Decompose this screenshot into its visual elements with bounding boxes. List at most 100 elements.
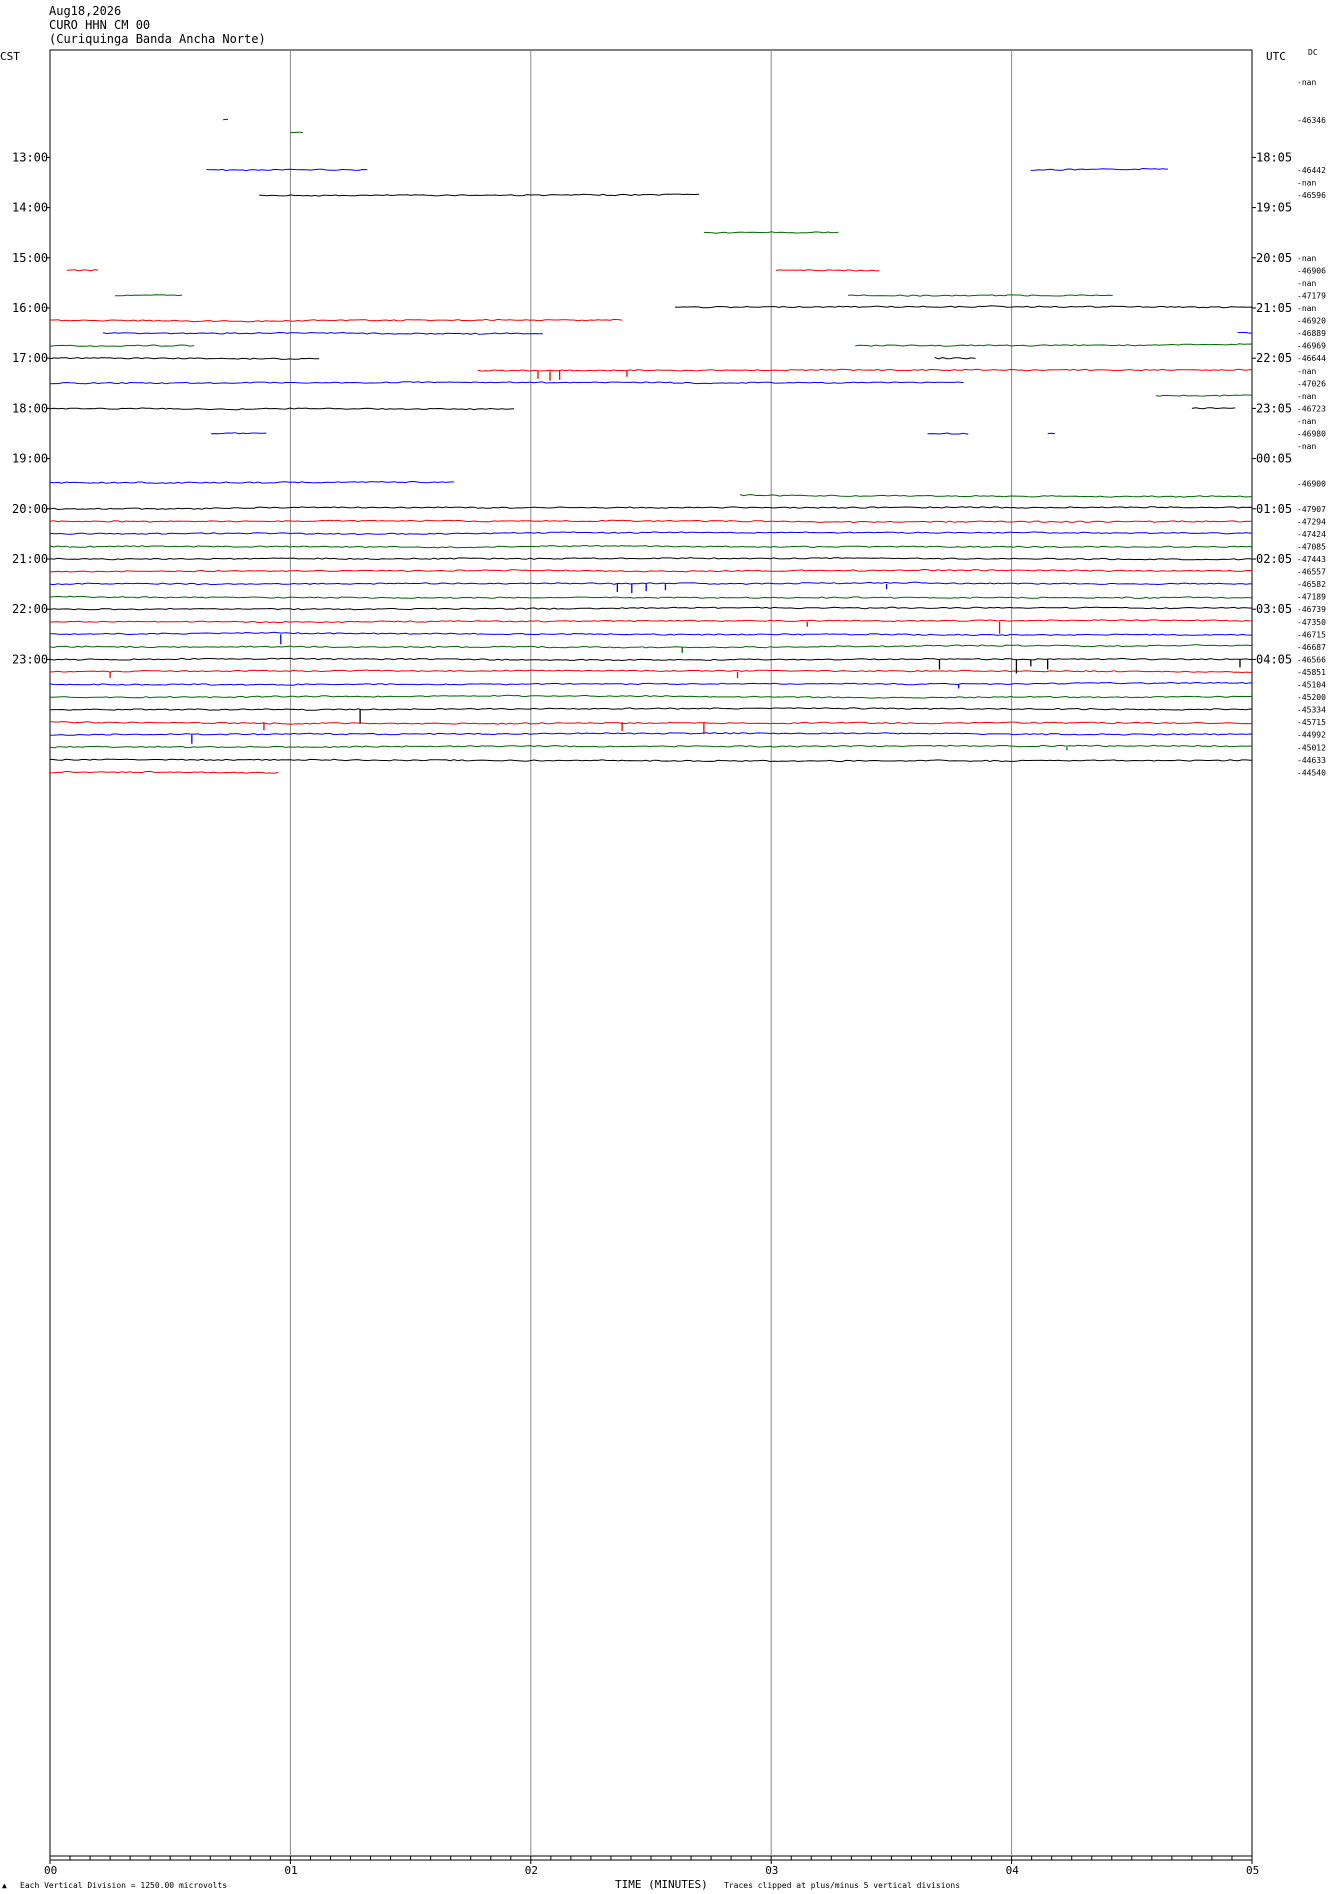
trace-black [49, 506, 1253, 511]
row-dc-value: -46900 [1297, 480, 1326, 489]
x-tick-label: 01 [284, 1864, 297, 1877]
trace-black [49, 657, 1253, 662]
trace-green [49, 595, 1253, 599]
trace-black [49, 707, 1253, 711]
trace-green [49, 544, 1253, 549]
trace-blue [102, 331, 543, 335]
trace-red [50, 318, 623, 323]
hour-label-left: 18:00 [12, 401, 48, 415]
trace-green [114, 294, 183, 297]
trace-red [49, 770, 279, 774]
hour-label-left: 16:00 [12, 301, 48, 315]
trace-blue [50, 631, 1253, 637]
x-tick-label: 04 [1006, 1864, 1020, 1877]
trace-black [49, 758, 1253, 763]
row-dc-value: -46920 [1297, 317, 1326, 326]
row-dc-value: -46980 [1297, 430, 1326, 439]
row-dc-value: -45851 [1297, 668, 1326, 677]
footer-division-note: Each Vertical Division = 1250.00 microvo… [20, 1881, 228, 1890]
row-dc-value: -47443 [1297, 555, 1326, 564]
row-dc-value: -46596 [1297, 191, 1326, 200]
seismogram-chart: 13:00 18:05 14:00 19:05 15:00 20:05 16:00 21:05… [12, 49, 1326, 1877]
hour-label-right: 21:05 [1256, 301, 1292, 315]
row-dc-value: -47350 [1297, 618, 1326, 627]
x-tick-label: 05 [1246, 1864, 1259, 1877]
row-dc-value: -47189 [1297, 593, 1326, 602]
trace-group [49, 118, 1253, 774]
hour-label-right: 20:05 [1256, 251, 1292, 265]
row-dc-value: -46889 [1297, 329, 1326, 338]
trace-blue [927, 432, 969, 435]
row-dc-value: -46644 [1297, 354, 1326, 363]
row-dc-value: -45104 [1297, 681, 1326, 690]
trace-blue [49, 681, 1253, 686]
row-dc-value: -nan [1297, 367, 1316, 376]
row-dc-value: -47179 [1297, 291, 1326, 300]
x-tick-label: 03 [765, 1864, 778, 1877]
trace-blue [223, 118, 229, 121]
trace-green [49, 344, 195, 347]
x-axis: 00 01 02 03 04 05 [44, 1856, 1259, 1877]
trace-red [49, 721, 1253, 725]
row-dc-value: -nan [1297, 78, 1316, 87]
trace-black [1191, 407, 1236, 410]
row-dc-value: -nan [1297, 179, 1316, 188]
hour-label-right: 23:05 [1256, 401, 1292, 415]
trace-red [66, 269, 99, 272]
x-tick-label: 02 [525, 1864, 538, 1877]
trace-red [50, 568, 1253, 573]
trace-green [49, 694, 1253, 699]
hour-label-left: 14:00 [12, 201, 48, 215]
hour-label-right: 04:05 [1256, 652, 1292, 666]
hour-label-right: 19:05 [1256, 201, 1292, 215]
trace-blue [1030, 167, 1169, 171]
row-dc-value: -46566 [1297, 655, 1326, 664]
trace-blue [49, 581, 1253, 586]
trace-black [49, 357, 320, 360]
row-dc-value: -47026 [1297, 379, 1326, 388]
row-dc-value: -46557 [1297, 568, 1326, 577]
trace-blue [1237, 332, 1252, 334]
trace-black [934, 356, 976, 360]
footer-marker: ▲ [2, 1881, 7, 1890]
hour-label-left: 22:00 [12, 602, 48, 616]
trace-blue [211, 432, 267, 435]
row-dc-value: -47294 [1297, 517, 1326, 526]
hour-label-right: 01:05 [1256, 502, 1292, 516]
row-dc-value: -44992 [1297, 731, 1326, 740]
trace-blue [49, 531, 1253, 536]
trace-green [49, 644, 1253, 649]
trace-blue [49, 480, 454, 484]
trace-black [49, 407, 515, 411]
trace-black [49, 557, 1253, 561]
row-dc-value: -47424 [1297, 530, 1326, 539]
trace-red [775, 269, 880, 272]
hour-label-left: 19:00 [12, 452, 48, 466]
trace-blue [49, 732, 1253, 736]
row-dc-value: -nan [1297, 254, 1316, 263]
trace-green [49, 744, 1253, 749]
trace-green [1155, 394, 1253, 397]
trace-red [477, 368, 1253, 372]
row-dc-value: -44540 [1297, 768, 1326, 777]
trace-green [855, 343, 1253, 347]
row-dc-value: -nan [1297, 279, 1316, 288]
trace-blue [49, 381, 964, 385]
row-dc-value: -46723 [1297, 404, 1326, 413]
trace-red [49, 519, 1253, 524]
row-dc-value: -46906 [1297, 266, 1326, 275]
hour-label-right: 02:05 [1256, 552, 1292, 566]
trace-black [259, 193, 700, 197]
row-dc-value: -45200 [1297, 693, 1326, 702]
spike-group [109, 370, 1241, 751]
row-dc-value: -nan [1297, 392, 1316, 401]
row-dc-value: -47085 [1297, 542, 1326, 551]
trace-red [49, 619, 1253, 624]
trace-black [49, 606, 1253, 611]
x-axis-title: TIME (MINUTES) [615, 1878, 708, 1891]
row-dc-value: -46346 [1297, 116, 1326, 125]
row-dc-value: -46582 [1297, 580, 1326, 589]
hour-label-left: 23:00 [12, 652, 48, 666]
row-dc-value: -46687 [1297, 643, 1326, 652]
row-dc-value: -46739 [1297, 605, 1326, 614]
